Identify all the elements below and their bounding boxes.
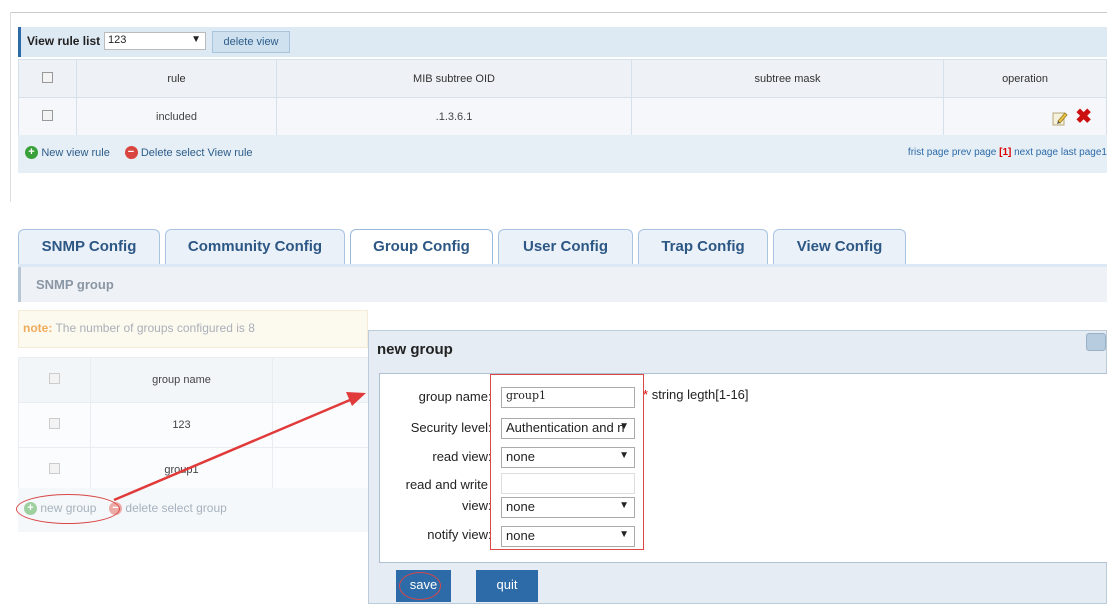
group-name-cell: group1 bbox=[90, 447, 273, 493]
column-header-oid: MIB subtree OID bbox=[276, 59, 632, 98]
notify-view-label: notify view bbox=[427, 527, 488, 542]
section-title: SNMP group bbox=[36, 277, 114, 292]
group-name-label: group name bbox=[418, 389, 488, 404]
oid-cell: .1.3.6.1 bbox=[276, 97, 632, 136]
first-page-link[interactable]: frist page bbox=[908, 147, 949, 158]
edit-icon[interactable] bbox=[1052, 110, 1068, 125]
operation-cell: ✖ bbox=[943, 97, 1107, 136]
view-select-value: 123 bbox=[108, 34, 127, 46]
security-level-label: Security level bbox=[410, 420, 488, 435]
pagination: frist page prev page [1] next page last … bbox=[908, 147, 1107, 158]
delete-select-view-rule-link[interactable]: Delete select View rule bbox=[141, 147, 253, 159]
view-rule-list-title: View rule list bbox=[27, 34, 101, 48]
table-row: 123 bbox=[18, 402, 370, 448]
mask-cell bbox=[631, 97, 944, 136]
row-checkbox[interactable] bbox=[49, 418, 60, 429]
tab-view-config[interactable]: View Config bbox=[773, 229, 906, 265]
annotation-highlight-box bbox=[490, 374, 644, 550]
delete-icon[interactable]: ✖ bbox=[1075, 106, 1092, 128]
tab-community-config[interactable]: Community Config bbox=[165, 229, 345, 265]
add-icon[interactable]: + bbox=[25, 146, 38, 160]
dialog-form: group name : group1 * string legth[1-16]… bbox=[379, 373, 1107, 563]
group-table: group name 123 group1 bbox=[18, 357, 370, 493]
select-all-checkbox[interactable] bbox=[42, 71, 53, 83]
column-header-mask: subtree mask bbox=[631, 59, 944, 98]
view-select[interactable]: 123 ▼ bbox=[104, 32, 206, 50]
row-select-cell bbox=[18, 97, 77, 136]
column-header-operation: operation bbox=[943, 59, 1107, 98]
tab-group-config[interactable]: Group Config bbox=[350, 229, 493, 265]
table-header-row: group name bbox=[18, 357, 370, 403]
prev-page-link[interactable]: prev page bbox=[952, 147, 996, 158]
dialog-title: new group bbox=[377, 341, 453, 358]
section-header: SNMP group bbox=[18, 267, 1107, 302]
note-box: note: The number of groups configured is… bbox=[18, 310, 368, 348]
select-all-cell bbox=[18, 357, 91, 403]
new-group-dialog: new group group name : group1 * string l… bbox=[368, 330, 1107, 604]
new-view-rule-link[interactable]: New view rule bbox=[41, 147, 109, 159]
extra-cell bbox=[272, 447, 370, 493]
view-rule-table: rule MIB subtree OID subtree mask operat… bbox=[18, 59, 1107, 136]
select-all-checkbox[interactable] bbox=[49, 373, 60, 384]
left-divider bbox=[10, 12, 11, 202]
delete-view-button[interactable]: delete view bbox=[212, 31, 290, 53]
read-view-label: read view bbox=[432, 449, 488, 464]
current-page: [1] bbox=[999, 147, 1012, 158]
last-page-link[interactable]: last page1 bbox=[1061, 147, 1107, 158]
note-text: The number of groups configured is 8 bbox=[55, 321, 255, 335]
next-page-link[interactable]: next page bbox=[1014, 147, 1058, 158]
row-select-cell bbox=[18, 402, 91, 448]
tab-trap-config[interactable]: Trap Config bbox=[638, 229, 768, 265]
screenshot: View rule list 123 ▼ delete view rule MI… bbox=[0, 0, 1107, 604]
column-header-rule: rule bbox=[76, 59, 277, 98]
tab-user-config[interactable]: User Config bbox=[498, 229, 633, 265]
footer-actions: + New view rule − Delete select View rul… bbox=[25, 145, 253, 160]
table-row: group1 bbox=[18, 447, 370, 493]
chevron-down-icon: ▼ bbox=[191, 34, 201, 45]
table-row: included .1.3.6.1 ✖ bbox=[18, 97, 1107, 136]
read-write-view-label-line1: read and write bbox=[405, 477, 488, 492]
rule-cell: included bbox=[76, 97, 277, 136]
top-divider bbox=[10, 12, 1107, 13]
extra-cell bbox=[272, 402, 370, 448]
delete-select-group-link[interactable]: delete select group bbox=[125, 501, 226, 515]
tab-snmp-config[interactable]: SNMP Config bbox=[18, 229, 160, 265]
remove-icon[interactable]: − bbox=[124, 146, 138, 160]
select-all-cell bbox=[18, 59, 77, 98]
close-icon[interactable] bbox=[1086, 333, 1106, 351]
column-header-extra bbox=[272, 357, 370, 403]
note-label: note: bbox=[23, 321, 53, 335]
group-name-cell: 123 bbox=[90, 402, 273, 448]
row-select-cell bbox=[18, 447, 91, 493]
quit-button[interactable]: quit bbox=[476, 570, 538, 602]
view-rule-footer: + New view rule − Delete select View rul… bbox=[18, 135, 1107, 173]
row-checkbox[interactable] bbox=[42, 109, 53, 121]
annotation-circle-save bbox=[399, 572, 441, 600]
row-checkbox[interactable] bbox=[49, 463, 60, 474]
group-name-hint: * string legth[1-16] bbox=[643, 387, 749, 402]
read-write-view-label-line2: view bbox=[461, 498, 488, 513]
table-header-row: rule MIB subtree OID subtree mask operat… bbox=[18, 59, 1107, 98]
column-header-group-name: group name bbox=[90, 357, 273, 403]
annotation-circle-new-group bbox=[16, 494, 120, 524]
